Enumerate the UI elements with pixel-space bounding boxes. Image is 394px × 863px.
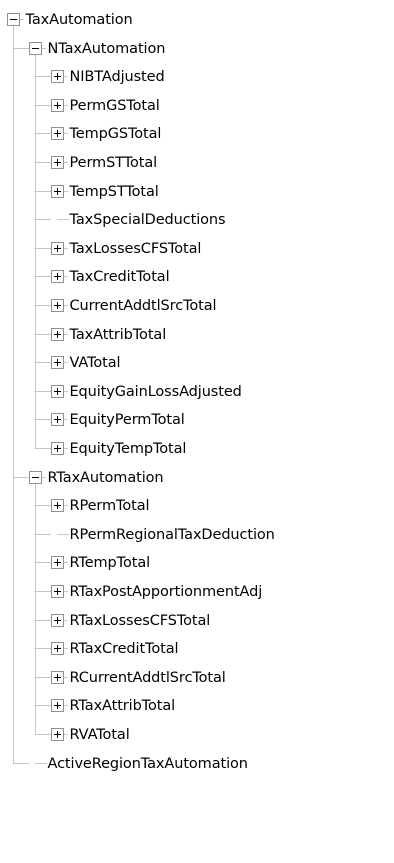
tree-node-label[interactable]: VATotal	[70, 349, 121, 377]
tree-node-label[interactable]: RVATotal	[70, 721, 130, 749]
expand-toggle-icon[interactable]	[51, 298, 64, 312]
expand-toggle-icon[interactable]	[51, 613, 64, 627]
tree-node-label[interactable]: RCurrentAddtlSrcTotal	[70, 664, 226, 692]
tree-node-label[interactable]: TaxLossesCFSTotal	[70, 235, 202, 263]
expand-toggle-icon[interactable]	[51, 184, 64, 198]
collapse-toggle-icon[interactable]	[29, 41, 42, 55]
expand-toggle-icon[interactable]	[51, 641, 64, 655]
tree-node-label[interactable]: EquityPermTotal	[70, 406, 185, 434]
tree-node-label[interactable]: CurrentAddtlSrcTotal	[70, 292, 217, 320]
expand-toggle-icon[interactable]	[51, 69, 64, 83]
tree-node-label[interactable]: TempSTTotal	[70, 178, 159, 206]
tree-node-label[interactable]: TaxAutomation	[26, 6, 133, 34]
tree-node-label[interactable]: NTaxAutomation	[48, 35, 166, 63]
collapse-toggle-icon[interactable]	[7, 12, 20, 26]
tree-node-label[interactable]: TaxAttribTotal	[70, 321, 167, 349]
tree-node-label[interactable]: EquityTempTotal	[70, 435, 187, 463]
expand-toggle-icon[interactable]	[51, 698, 64, 712]
tree-node-label[interactable]: EquityGainLossAdjusted	[70, 378, 242, 406]
tree-node-label[interactable]: RPermTotal	[70, 492, 150, 520]
expand-toggle-icon[interactable]	[51, 584, 64, 598]
expand-toggle-icon[interactable]	[51, 412, 64, 426]
tree-node-label[interactable]: RTaxLossesCFSTotal	[70, 607, 211, 635]
tree-node-label[interactable]: PermGSTotal	[70, 92, 160, 120]
expand-toggle-icon[interactable]	[51, 155, 64, 169]
expand-toggle-icon[interactable]	[51, 670, 64, 684]
tree-node-label[interactable]: TempGSTotal	[70, 120, 162, 148]
expand-toggle-icon[interactable]	[51, 98, 64, 112]
expand-toggle-icon[interactable]	[51, 355, 64, 369]
tree-node-label[interactable]: NIBTAdjusted	[70, 63, 165, 91]
collapse-toggle-icon[interactable]	[29, 470, 42, 484]
tree-node-label[interactable]: TaxSpecialDeductions	[70, 206, 226, 234]
expand-toggle-icon[interactable]	[51, 384, 64, 398]
tree-node-label[interactable]: RTaxCreditTotal	[70, 635, 179, 663]
expand-toggle-icon[interactable]	[51, 441, 64, 455]
tree-node-label[interactable]: RTempTotal	[70, 549, 151, 577]
tree-node-label[interactable]: ActiveRegionTaxAutomation	[48, 750, 248, 778]
expand-toggle-icon[interactable]	[51, 269, 64, 283]
tree-view[interactable]: TaxAutomation NTaxAutomation NIBTAdjusted P…	[0, 0, 394, 863]
expand-toggle-icon[interactable]	[51, 498, 64, 512]
tree-node-label[interactable]: RTaxAutomation	[48, 464, 164, 492]
expand-toggle-icon[interactable]	[51, 327, 64, 341]
tree-node-label[interactable]: RTaxPostApportionmentAdj	[70, 578, 263, 606]
expand-toggle-icon[interactable]	[51, 555, 64, 569]
expand-toggle-icon[interactable]	[51, 727, 64, 741]
tree-node-label[interactable]: TaxCreditTotal	[70, 263, 170, 291]
tree-node-label[interactable]: PermSTTotal	[70, 149, 158, 177]
expand-toggle-icon[interactable]	[51, 126, 64, 140]
tree-node-label[interactable]: RTaxAttribTotal	[70, 692, 176, 720]
tree-node-label[interactable]: RPermRegionalTaxDeduction	[70, 521, 275, 549]
expand-toggle-icon[interactable]	[51, 241, 64, 255]
